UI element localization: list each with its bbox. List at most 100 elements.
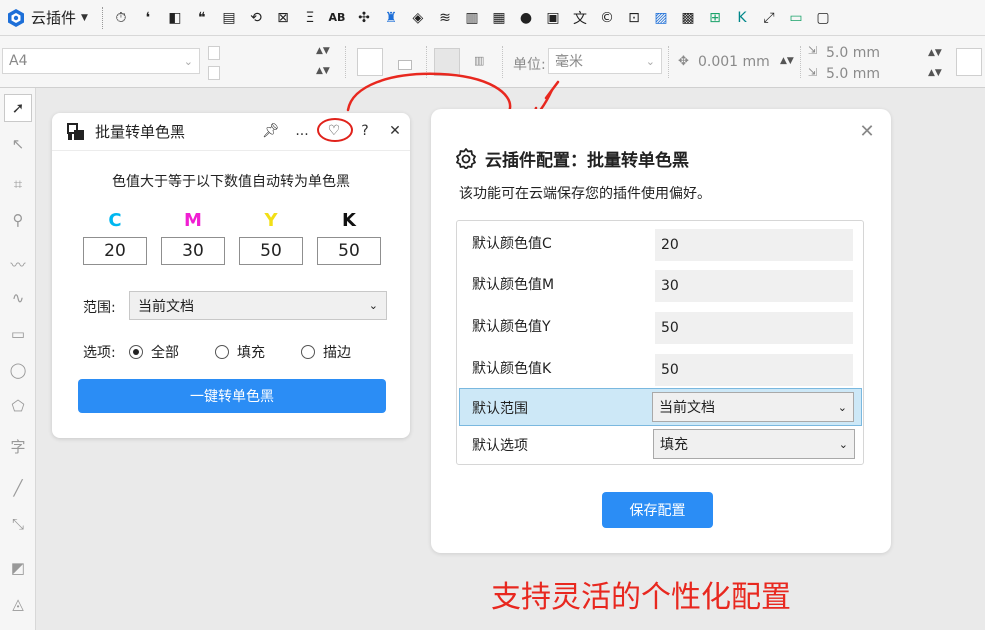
config-form: 默认颜色值C 20 默认颜色值M 30 默认颜色值Y 50 默认颜色值K 50 …	[456, 220, 864, 465]
shape-icon[interactable]: ♜	[379, 6, 403, 30]
promo-caption: 支持灵活的个性化配置	[491, 580, 791, 615]
chevron-down-icon: ⌄	[183, 54, 193, 68]
default-m-input[interactable]: 30	[655, 270, 853, 302]
options-label: 选项:	[83, 345, 116, 361]
toolbar-separator	[101, 6, 103, 29]
dup-y-icon: ⇲	[808, 66, 818, 79]
page-size-select[interactable]: A4 ⌄	[2, 48, 200, 74]
option-fill-radio[interactable]: 填充	[215, 342, 265, 362]
default-c-label: 默认颜色值C	[472, 236, 552, 252]
zoom-tool-icon[interactable]: ⚲	[4, 206, 32, 234]
shadow-tool-icon[interactable]: ◩	[4, 554, 32, 582]
scope-label: 范围:	[83, 300, 116, 316]
default-scope-label: 默认范围	[472, 401, 528, 417]
artistic-media-tool-icon[interactable]: ∿	[4, 284, 32, 312]
default-k-input[interactable]: 50	[655, 354, 853, 386]
chevron-down-icon: ▼	[81, 12, 88, 23]
batch-mono-black-panel: 批量转单色黑 📌︎ ... ♡ ? ✕ 色值大于等于以下数值自动转为单色黑 C …	[52, 113, 410, 438]
black-input[interactable]: 50	[317, 237, 381, 265]
text-icon[interactable]: Ξ	[298, 6, 322, 30]
image-icon[interactable]: ▣	[541, 6, 565, 30]
chevron-down-icon: ⌄	[368, 299, 378, 312]
default-c-input[interactable]: 20	[655, 229, 853, 261]
current-page-icon[interactable]: ▥	[474, 54, 484, 67]
close-icon[interactable]: ✕	[855, 119, 879, 143]
quote-icon[interactable]: ❛	[136, 6, 160, 30]
save-config-button[interactable]: 保存配置	[602, 492, 713, 528]
001-icon[interactable]: ●	[514, 6, 538, 30]
film-icon[interactable]: ▩	[676, 6, 700, 30]
nudge-spin-icon[interactable]: ▲▼	[780, 56, 794, 66]
puzzle-icon[interactable]: ✣	[352, 6, 376, 30]
yellow-input[interactable]: 50	[239, 237, 303, 265]
gear-icon	[456, 148, 476, 169]
ellipse-tool-icon[interactable]: ◯	[4, 356, 32, 384]
pick-tool-icon[interactable]: ➚	[4, 94, 32, 122]
cloud-plugin-menu[interactable]: 云插件 ▼	[0, 0, 96, 36]
transform-icon[interactable]: ⟲	[244, 6, 268, 30]
pdf-icon[interactable]: ▤	[217, 6, 241, 30]
option-stroke-label: 描边	[323, 345, 351, 361]
radio-checked-icon	[129, 345, 143, 359]
document-icon[interactable]: ▥	[460, 6, 484, 30]
default-scope-select[interactable]: 当前文档 ⌄	[652, 392, 854, 422]
option-stroke-radio[interactable]: 描边	[301, 342, 351, 362]
cloud-plugin-config-dialog: ✕ 云插件配置：批量转单色黑 该功能可在云端保存您的插件使用偏好。 默认颜色值C…	[431, 109, 891, 553]
form-row-y: 默认颜色值Y 50	[457, 309, 863, 347]
convert-mono-black-button[interactable]: 一键转单色黑	[78, 379, 386, 413]
crop-tool-icon[interactable]: ⌗	[4, 170, 32, 198]
freehand-tool-icon[interactable]: 〰	[4, 250, 32, 278]
pin-icon[interactable]: 📌︎	[259, 119, 283, 143]
photo-icon[interactable]: ▨	[649, 6, 673, 30]
clock-icon[interactable]: ⏱	[109, 6, 133, 30]
monitor-icon[interactable]: ▭	[784, 6, 808, 30]
k-icon[interactable]: K	[730, 6, 754, 30]
duplicate-y-value[interactable]: 5.0 mm	[826, 66, 880, 82]
link-icon[interactable]: ◈	[406, 6, 430, 30]
ab-icon[interactable]: AB	[325, 6, 349, 30]
duplicate-x-value[interactable]: 5.0 mm	[826, 45, 880, 61]
cyan-input[interactable]: 20	[83, 237, 147, 265]
default-y-input[interactable]: 50	[655, 312, 853, 344]
fill-tool-icon[interactable]: ◬	[4, 590, 32, 618]
form-row-option: 默认选项 填充 ⌄	[457, 426, 863, 464]
yellow-label: Y	[264, 210, 278, 231]
picture-icon[interactable]: ⊡	[622, 6, 646, 30]
double-quote-icon[interactable]: ❝	[190, 6, 214, 30]
default-option-value: 填充	[660, 437, 688, 453]
main-toolbar: 云插件 ▼ ⏱ ❛ ◧ ❝ ▤ ⟲ ⊠ Ξ AB ✣ ♜ ◈ ≋ ▥ ▦ ● ▣…	[0, 0, 985, 36]
option-all-radio[interactable]: 全部	[129, 342, 179, 362]
spin-up-icon[interactable]: ▲▼	[316, 46, 330, 56]
c-icon[interactable]: ©	[595, 6, 619, 30]
chevron-down-icon: ⌄	[838, 437, 848, 451]
select-box-button[interactable]	[956, 48, 982, 76]
dup-x-spin-icon[interactable]: ▲▼	[928, 48, 942, 58]
text-tool-icon[interactable]: 字	[4, 432, 32, 460]
scope-select[interactable]: 当前文档 ⌄	[129, 291, 387, 320]
default-option-select[interactable]: 填充 ⌄	[653, 429, 855, 459]
translate-icon[interactable]: 文	[568, 6, 592, 30]
default-k-label: 默认颜色值K	[472, 361, 552, 377]
default-y-label: 默认颜色值Y	[472, 319, 551, 335]
connector-tool-icon[interactable]: ⤡	[4, 510, 32, 538]
nudge-value[interactable]: 0.001 mm	[698, 54, 770, 70]
grid-icon[interactable]: ▦	[487, 6, 511, 30]
dup-y-spin-icon[interactable]: ▲▼	[928, 68, 942, 78]
magenta-input[interactable]: 30	[161, 237, 225, 265]
spin-down-icon[interactable]: ▲▼	[316, 66, 330, 76]
screen-icon[interactable]: ▢	[811, 6, 835, 30]
more-button[interactable]: ...	[290, 119, 314, 143]
chevron-down-icon: ⌄	[645, 54, 655, 68]
lines-icon[interactable]: ≋	[433, 6, 457, 30]
shape-tool-icon[interactable]: ↖	[4, 130, 32, 158]
scope-value: 当前文档	[138, 298, 194, 315]
crop-icon[interactable]: ⊠	[271, 6, 295, 30]
expand-icon[interactable]: ⤢	[757, 6, 781, 30]
option-all-label: 全部	[151, 345, 179, 361]
app-grid-icon[interactable]: ⊞	[703, 6, 727, 30]
rectangle-tool-icon[interactable]: ▭	[4, 320, 32, 348]
polygon-tool-icon[interactable]: ⬠	[4, 392, 32, 420]
layers-icon[interactable]: ◧	[163, 6, 187, 30]
separator	[800, 46, 801, 78]
dimension-tool-icon[interactable]: ╱	[4, 474, 32, 502]
